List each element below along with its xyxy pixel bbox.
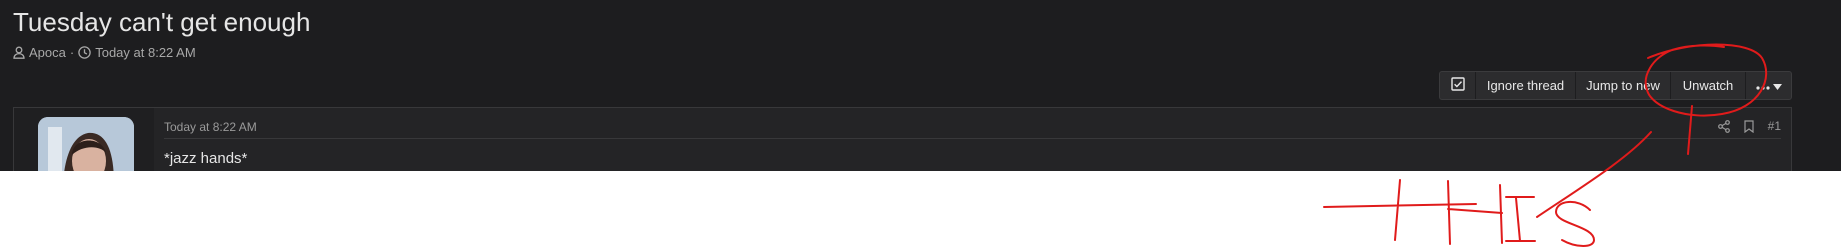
share-icon[interactable] — [1717, 119, 1730, 133]
post-divider — [164, 138, 1781, 139]
post-actions: #1 — [1717, 117, 1781, 135]
user-icon — [13, 46, 25, 59]
ignore-thread-button[interactable]: Ignore thread — [1476, 72, 1576, 99]
annotation-letter-h — [1447, 180, 1503, 245]
jump-to-new-button[interactable]: Jump to new — [1576, 72, 1671, 99]
annotation-letter-s — [1555, 201, 1595, 247]
bookmark-icon[interactable] — [1744, 119, 1754, 133]
post-body: *jazz hands* — [164, 150, 248, 167]
thread-timestamp[interactable]: Today at 8:22 AM — [95, 45, 195, 60]
more-options-button[interactable] — [1746, 72, 1791, 99]
clock-icon — [78, 45, 91, 59]
thread-author[interactable]: Apoca — [29, 45, 66, 60]
forum-area: Tuesday can't get enough Apoca · Today a… — [0, 0, 1841, 171]
thread-meta: Apoca · Today at 8:22 AM — [13, 43, 196, 61]
post: Today at 8:22 AM #1 *jazz hands* — [13, 107, 1792, 171]
post-date[interactable]: Today at 8:22 AM — [164, 120, 257, 134]
select-thread-checkbox[interactable] — [1440, 72, 1476, 99]
meta-separator: · — [69, 44, 75, 60]
annotation-letter-i — [1505, 196, 1536, 242]
checkbox-icon — [1450, 77, 1465, 94]
thread-toolbar: Ignore thread Jump to new Unwatch — [1439, 71, 1792, 100]
unwatch-button[interactable]: Unwatch — [1671, 72, 1746, 99]
thread-title: Tuesday can't get enough — [13, 7, 311, 37]
post-number[interactable]: #1 — [1768, 119, 1781, 133]
post-user-column — [14, 108, 154, 171]
caret-down-icon — [1772, 78, 1782, 93]
annotation-letter-t — [1323, 179, 1477, 241]
ellipsis-icon — [1755, 78, 1770, 93]
avatar[interactable] — [38, 117, 134, 171]
